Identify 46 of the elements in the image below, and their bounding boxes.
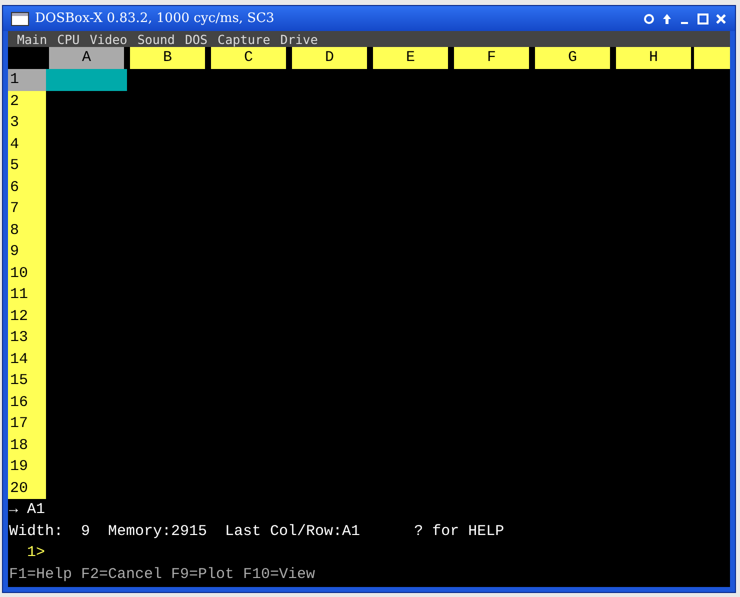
menu-item[interactable]: DOS [180, 32, 213, 46]
column-header [694, 47, 730, 69]
menu-item[interactable]: Drive [275, 32, 323, 46]
window-title: DOSBox-X 0.83.2, 1000 cyc/ms, SC3 [35, 11, 276, 26]
row-header: 5 [8, 155, 46, 176]
row-header: 17 [8, 413, 46, 434]
command-prompt: 1> [27, 544, 46, 561]
row-header: 9 [8, 241, 46, 262]
status-line: Width: 9 Memory:2915 Last Col/Row:A1 ? for HELP [8, 522, 506, 542]
function-key-line: F1=Help F2=Cancel F9=Plot F10=View [8, 564, 316, 584]
column-header: A [46, 47, 127, 69]
row-header: 16 [8, 392, 46, 413]
column-header: E [370, 47, 451, 69]
menu-item[interactable]: Capture [212, 32, 276, 46]
window-icon [11, 12, 29, 26]
menu-item[interactable]: Sound [132, 32, 180, 46]
row-header: 18 [8, 434, 46, 456]
close-icon[interactable] [715, 12, 727, 24]
column-header: F [451, 47, 532, 69]
row-header: 11 [8, 284, 46, 306]
circle-icon[interactable] [643, 12, 655, 24]
row-header: 4 [8, 134, 46, 155]
column-header: D [289, 47, 370, 69]
column-header: G [532, 47, 613, 69]
up-arrow-icon[interactable] [661, 12, 673, 24]
current-cell-text: → A1 [8, 500, 46, 520]
row-header: 13 [8, 327, 46, 348]
menu-item[interactable]: Video [84, 32, 132, 46]
column-header: B [127, 47, 208, 69]
column-header: C [208, 47, 289, 69]
row-header: 6 [8, 176, 46, 198]
row-header: 15 [8, 370, 46, 392]
row-header: 19 [8, 456, 46, 478]
row-header: 20 [8, 478, 46, 499]
row-header: 10 [8, 262, 46, 284]
row-header: 2 [8, 90, 46, 112]
menu-item[interactable]: CPU [52, 32, 85, 46]
column-header: H [613, 47, 694, 69]
maximize-icon[interactable] [697, 12, 709, 24]
row-header: 8 [8, 220, 46, 241]
row-header: 3 [8, 112, 46, 134]
row-header: 1 [8, 69, 46, 90]
row-header: 7 [8, 198, 46, 220]
menu-item[interactable]: Main [12, 32, 52, 46]
row-header: 12 [8, 306, 46, 327]
row-header: 14 [8, 348, 46, 370]
